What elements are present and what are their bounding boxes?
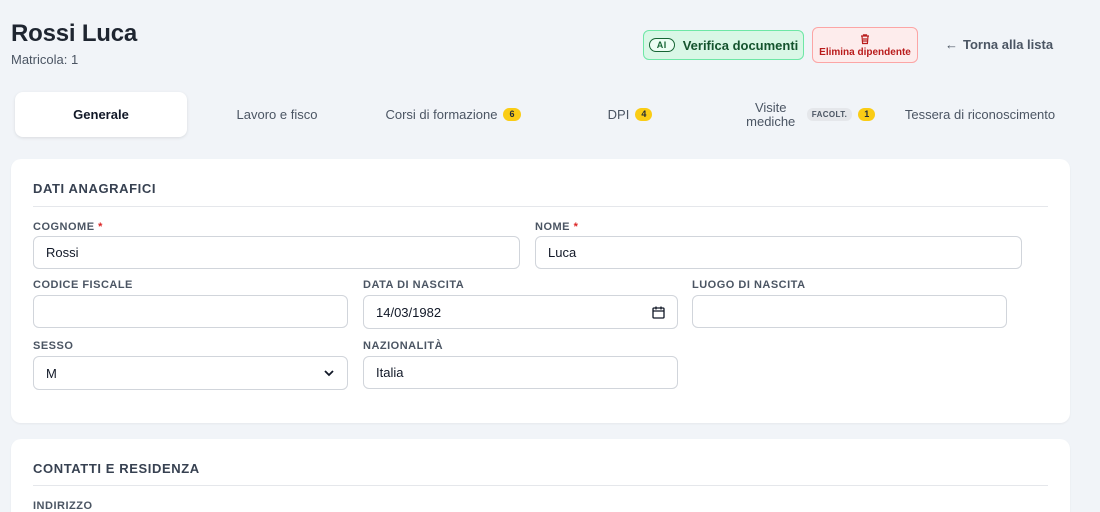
page-title: Rossi Luca	[11, 20, 138, 47]
codice-fiscale-label: CODICE FISCALE	[33, 279, 133, 291]
delete-employee-button[interactable]: Elimina dipendente	[812, 27, 918, 63]
tab-visite-mediche[interactable]: Visite mediche FACOLT. 1	[728, 92, 888, 137]
cognome-field[interactable]: Rossi	[33, 236, 520, 269]
delete-employee-label: Elimina dipendente	[819, 46, 911, 58]
arrow-left-icon: ←	[945, 37, 958, 52]
nazionalita-field[interactable]: Italia	[363, 356, 678, 389]
chevron-down-icon	[324, 370, 334, 377]
tab-dpi[interactable]: DPI 4	[550, 92, 710, 137]
nome-field[interactable]: Luca	[535, 236, 1022, 269]
nazionalita-label: NAZIONALITÀ	[363, 340, 444, 352]
calendar-icon[interactable]	[652, 306, 665, 319]
tab-label: Generale	[73, 107, 129, 122]
tab-label: Tessera di riconoscimento	[904, 107, 1056, 122]
sesso-label: SESSO	[33, 340, 74, 352]
verify-documents-button[interactable]: AI Verifica documenti	[643, 30, 804, 60]
section-title: CONTATTI E RESIDENZA	[33, 461, 200, 476]
contacts-card: CONTATTI E RESIDENZA INDIRIZZO	[11, 439, 1070, 512]
back-to-list-label: Torna alla lista	[963, 37, 1054, 52]
data-nascita-label: DATA DI NASCITA	[363, 279, 465, 291]
sesso-select[interactable]: M	[33, 356, 348, 390]
data-nascita-field[interactable]: 14/03/1982	[363, 295, 678, 329]
codice-fiscale-field[interactable]	[33, 295, 348, 328]
section-divider	[33, 485, 1048, 486]
nome-label: NOME *	[535, 221, 579, 233]
tab-label: Corsi di formazione	[385, 107, 498, 122]
ai-badge: AI	[648, 38, 675, 52]
section-title: DATI ANAGRAFICI	[33, 181, 157, 196]
cognome-label: COGNOME *	[33, 221, 103, 233]
personal-data-card: DATI ANAGRAFICI COGNOME * Rossi NOME * L…	[11, 159, 1070, 423]
tab-generale[interactable]: Generale	[15, 92, 187, 137]
tab-tessera-riconoscimento[interactable]: Tessera di riconoscimento	[900, 92, 1060, 137]
section-divider	[33, 206, 1048, 207]
count-badge: 6	[503, 108, 521, 121]
back-to-list-link[interactable]: ← Torna alla lista	[945, 37, 1053, 52]
tab-corsi-formazione[interactable]: Corsi di formazione 6	[370, 92, 536, 137]
indirizzo-label: INDIRIZZO	[33, 500, 93, 512]
tab-label: Visite mediche	[746, 99, 796, 129]
matricola-text: Matricola: 1	[11, 52, 79, 67]
tab-label: Lavoro e fisco	[236, 107, 318, 122]
count-badge: 4	[635, 108, 653, 121]
count-badge: 1	[858, 108, 876, 121]
verify-documents-label: Verifica documenti	[682, 37, 799, 53]
trash-icon	[861, 33, 869, 44]
luogo-nascita-field[interactable]	[692, 295, 1007, 328]
luogo-nascita-label: LUOGO DI NASCITA	[692, 279, 806, 291]
optional-tag: FACOLT.	[806, 108, 853, 121]
tab-lavoro-fisco[interactable]: Lavoro e fisco	[200, 92, 354, 137]
tab-label: DPI	[607, 107, 630, 122]
